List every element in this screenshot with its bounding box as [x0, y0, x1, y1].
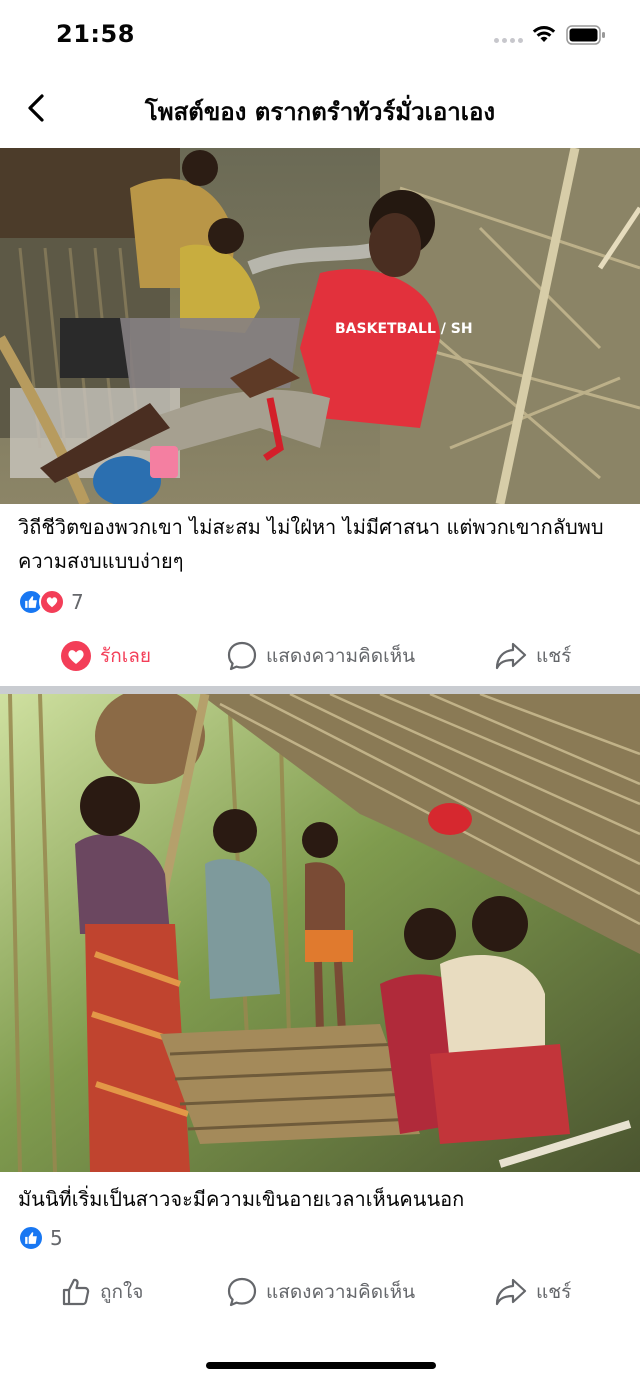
share-icon [495, 1278, 527, 1306]
status-time: 21:58 [56, 20, 135, 48]
post-caption: มันนิที่เริ่มเป็นสาวจะมีความเขินอายเวลาเ… [18, 1187, 465, 1211]
comment-button-label: แสดงความคิดเห็น [266, 1281, 416, 1303]
post-photo-hut-interior[interactable]: BASKETBALL / SH [0, 148, 640, 504]
reaction-summary[interactable]: 7 [18, 588, 84, 616]
battery-icon [566, 25, 605, 45]
post-caption: วิถีชีวิตของพวกเขา ไม่สะสม ไม่ใฝ่หา ไม่ม… [18, 515, 604, 573]
like-button[interactable]: ถูกใจ [60, 1264, 143, 1320]
thumbs-up-icon [62, 1278, 90, 1306]
wifi-icon [532, 26, 556, 42]
share-button-label: แชร์ [536, 1281, 572, 1303]
post-action-bar: รักเลย แสดงความคิดเห็น แชร์ [0, 628, 640, 684]
love-icon [61, 641, 91, 671]
like-button-label: ถูกใจ [100, 1281, 144, 1303]
reaction-count: 5 [50, 1226, 63, 1250]
comment-icon [227, 641, 257, 671]
reaction-count: 7 [71, 590, 84, 614]
page-title: โพสต์ของ ตรากตรำทัวร์มั่วเอาเอง [144, 98, 496, 126]
status-bar: 21:58 [0, 0, 640, 70]
cellular-signal-icon [494, 38, 523, 43]
share-button-label: แชร์ [536, 645, 572, 667]
post-photo-forest-shelter[interactable] [0, 694, 640, 1172]
post-separator [0, 686, 640, 694]
photo-illustration [0, 694, 640, 1172]
love-reaction-icon [39, 589, 65, 615]
reaction-summary[interactable]: 5 [18, 1224, 63, 1252]
back-button[interactable] [20, 88, 56, 128]
comment-icon [227, 1277, 257, 1307]
love-button[interactable]: รักเลย [60, 628, 151, 684]
shirt-print: BASKETBALL / SH [335, 321, 473, 337]
photo-illustration: BASKETBALL / SH [0, 148, 640, 504]
love-button-label: รักเลย [100, 645, 151, 667]
post-action-bar: ถูกใจ แสดงความคิดเห็น แชร์ [0, 1264, 640, 1320]
comment-button[interactable]: แสดงความคิดเห็น [226, 1264, 415, 1320]
share-button[interactable]: แชร์ [494, 1264, 571, 1320]
navigation-bar: โพสต์ของ ตรากตรำทัวร์มั่วเอาเอง [0, 70, 640, 148]
home-indicator[interactable] [206, 1362, 436, 1369]
comment-button[interactable]: แสดงความคิดเห็น [226, 628, 415, 684]
share-icon [495, 642, 527, 670]
share-button[interactable]: แชร์ [494, 628, 571, 684]
comment-button-label: แสดงความคิดเห็น [266, 645, 416, 667]
like-reaction-icon [18, 1225, 44, 1251]
